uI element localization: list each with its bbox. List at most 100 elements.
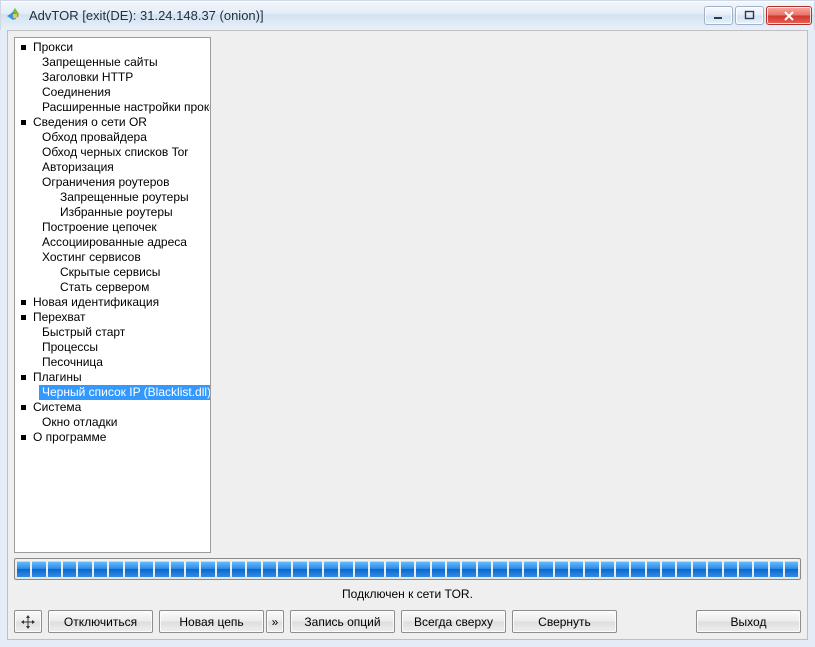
button-label: Выход xyxy=(731,615,767,629)
tree-item-banned-sites[interactable]: Запрещенные сайты xyxy=(17,55,210,70)
minimize-button[interactable]: Свернуть xyxy=(512,610,617,633)
minimize-window-button[interactable] xyxy=(704,6,733,25)
window-title: AdvTOR [exit(DE): 31.24.148.37 (onion)] xyxy=(29,8,264,23)
tree-item-fav-routers[interactable]: Избранные роутеры xyxy=(17,205,210,220)
app-icon xyxy=(7,8,23,24)
progress-segment xyxy=(524,561,537,577)
progress-segment xyxy=(324,561,337,577)
save-options-button[interactable]: Запись опций xyxy=(290,610,395,633)
progress-segment xyxy=(32,561,45,577)
tree-item-quickstart[interactable]: Быстрый старт xyxy=(17,325,210,340)
progress-segment xyxy=(293,561,306,577)
progress-segment xyxy=(785,561,798,577)
new-chain-button[interactable]: Новая цепь xyxy=(159,610,264,633)
progress-segment xyxy=(386,561,399,577)
progress-segment xyxy=(601,561,614,577)
progress-segment xyxy=(340,561,353,577)
tree-item-processes[interactable]: Процессы xyxy=(17,340,210,355)
progress-segment xyxy=(662,561,675,577)
chevron-right-icon: » xyxy=(272,615,279,629)
progress-segment xyxy=(677,561,690,577)
progress-segment xyxy=(171,561,184,577)
progress-segment xyxy=(370,561,383,577)
progress-segment xyxy=(125,561,138,577)
progress-segment xyxy=(416,561,429,577)
progress-segment xyxy=(708,561,721,577)
progress-segment xyxy=(17,561,30,577)
tree-item-ip-blacklist[interactable]: Черный список IP (Blacklist.dll) xyxy=(17,385,210,400)
tree-item-connections[interactable]: Соединения xyxy=(17,85,210,100)
tree-item-hosting[interactable]: Хостинг сервисов xyxy=(17,250,210,265)
progress-segment xyxy=(140,561,153,577)
tree-item-router-limits[interactable]: Ограничения роутеров xyxy=(17,175,210,190)
button-label: Запись опций xyxy=(304,615,380,629)
progress-segment xyxy=(201,561,214,577)
tree-item-hidden-services[interactable]: Скрытые сервисы xyxy=(17,265,210,280)
progress-segment xyxy=(570,561,583,577)
close-window-button[interactable] xyxy=(766,6,812,25)
tree-item-tor-blacklist-bypass[interactable]: Обход черных списков Tor xyxy=(17,145,210,160)
tree-item-debug-window[interactable]: Окно отладки xyxy=(17,415,210,430)
tree-item-sandbox[interactable]: Песочница xyxy=(17,355,210,370)
progress-segment xyxy=(232,561,245,577)
progress-segment xyxy=(48,561,61,577)
progress-bar xyxy=(14,558,801,580)
button-label: Свернуть xyxy=(538,615,591,629)
progress-segment xyxy=(186,561,199,577)
tree-item-about[interactable]: О программе xyxy=(17,430,210,445)
tree-item-proxy-advanced[interactable]: Расширенные настройки прокси xyxy=(17,100,210,115)
progress-segment xyxy=(78,561,91,577)
progress-segment xyxy=(724,561,737,577)
nav-tree[interactable]: Прокси Запрещенные сайты Заголовки HTTP … xyxy=(14,37,211,553)
progress-segment xyxy=(555,561,568,577)
progress-segment xyxy=(754,561,767,577)
progress-segment xyxy=(432,561,445,577)
tree-item-proxy[interactable]: Прокси xyxy=(17,40,210,55)
progress-segment xyxy=(109,561,122,577)
progress-segment xyxy=(693,561,706,577)
progress-segment xyxy=(770,561,783,577)
progress-segment xyxy=(647,561,660,577)
tree-item-system[interactable]: Система xyxy=(17,400,210,415)
tree-item-chain-build[interactable]: Построение цепочек xyxy=(17,220,210,235)
progress-segment xyxy=(739,561,752,577)
progress-segment xyxy=(155,561,168,577)
content-pane xyxy=(217,37,801,553)
tree-item-provider-bypass[interactable]: Обход провайдера xyxy=(17,130,210,145)
client-area: Прокси Запрещенные сайты Заголовки HTTP … xyxy=(7,30,808,640)
progress-segment xyxy=(509,561,522,577)
exit-button[interactable]: Выход xyxy=(696,610,801,633)
expand-icon-button[interactable] xyxy=(14,610,42,633)
titlebar[interactable]: AdvTOR [exit(DE): 31.24.148.37 (onion)] xyxy=(0,0,815,30)
maximize-window-button[interactable] xyxy=(735,6,764,25)
always-on-top-button[interactable]: Всегда сверху xyxy=(401,610,506,633)
tree-item-intercept[interactable]: Перехват xyxy=(17,310,210,325)
tree-item-or-network[interactable]: Сведения о сети OR xyxy=(17,115,210,130)
tree-item-banned-routers[interactable]: Запрещенные роутеры xyxy=(17,190,210,205)
progress-segment xyxy=(263,561,276,577)
progress-segment xyxy=(585,561,598,577)
progress-segment xyxy=(478,561,491,577)
button-row: Отключиться Новая цепь » Запись опций Вс… xyxy=(14,610,801,633)
progress-segment xyxy=(63,561,76,577)
button-label: Отключиться xyxy=(64,615,137,629)
tree-item-assoc-addr[interactable]: Ассоциированные адреса xyxy=(17,235,210,250)
progress-segment xyxy=(616,561,629,577)
progress-segment xyxy=(631,561,644,577)
tree-item-plugins[interactable]: Плагины xyxy=(17,370,210,385)
progress-segment xyxy=(401,561,414,577)
status-text: Подключен к сети TOR. xyxy=(14,585,801,605)
tree-item-auth[interactable]: Авторизация xyxy=(17,160,210,175)
progress-segment xyxy=(94,561,107,577)
tree-item-http-headers[interactable]: Заголовки HTTP xyxy=(17,70,210,85)
tree-item-become-server[interactable]: Стать сервером xyxy=(17,280,210,295)
progress-segment xyxy=(247,561,260,577)
disconnect-button[interactable]: Отключиться xyxy=(48,610,153,633)
progress-segment xyxy=(355,561,368,577)
tree-item-new-identity[interactable]: Новая идентификация xyxy=(17,295,210,310)
progress-segment xyxy=(539,561,552,577)
progress-segment xyxy=(493,561,506,577)
button-label: Всегда сверху xyxy=(414,615,493,629)
new-chain-menu-button[interactable]: » xyxy=(266,610,284,633)
progress-segment xyxy=(278,561,291,577)
